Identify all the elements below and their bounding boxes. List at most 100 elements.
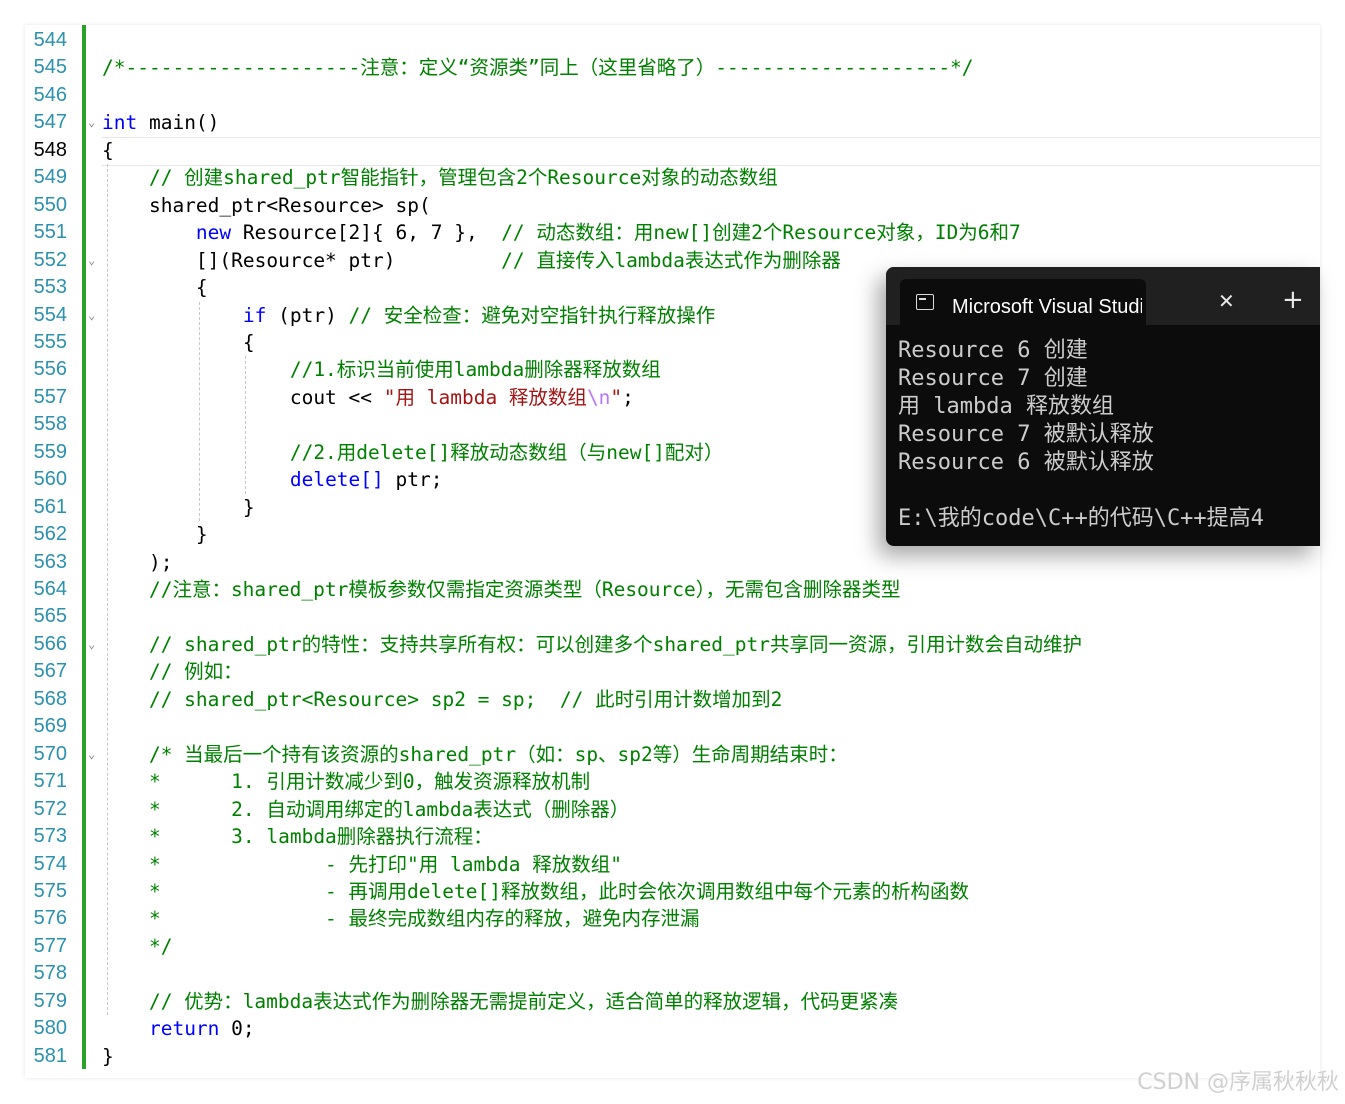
code-line[interactable]: 570 ⌄ /* 当最后一个持有该资源的shared_ptr（如：sp、sp2等）… [25,741,1320,769]
indent-guide [245,356,246,494]
code-text: // 例如： [102,658,243,686]
console-line: Resource 7 被默认释放 [898,422,1154,447]
code-token: Resource[2]{ 6, 7 }, [231,221,502,245]
code-line[interactable]: 581} [25,1043,1320,1071]
line-number: 570 [33,742,67,765]
code-token: // 例如： [102,660,243,684]
line-number: 547 [33,111,67,134]
code-line[interactable]: 565 [25,603,1320,631]
line-number: 567 [33,660,67,683]
line-number: 566 [33,632,67,655]
line-number: 555 [33,330,67,353]
debug-console-window[interactable]: Microsoft Visual Studio 调试控制台 ✕ + Resour… [886,267,1320,546]
code-text: //1.标识当前使用lambda删除器释放数组 [102,356,661,384]
indent-guide [199,301,200,522]
code-token: //1.标识当前使用lambda删除器释放数组 [102,358,661,382]
code-text: { [102,137,114,165]
plus-icon[interactable]: + [1282,287,1304,313]
code-line[interactable]: 545 /*--------------------注意：定义“资源类”同上（这里… [25,54,1320,82]
code-text: * 2. 自动调用绑定的lambda表达式（删除器） [102,796,629,824]
code-token: (ptr) [266,303,349,327]
code-token: * 1. 引用计数减少到0，触发资源释放机制 [102,770,591,794]
code-token: shared_ptr<Resource> sp( [102,193,431,217]
code-line[interactable]: 563 ); [25,549,1320,577]
fold-toggle-icon[interactable]: ⌄ [88,741,95,769]
code-text: } [102,521,208,549]
code-line[interactable]: 578 [25,960,1320,988]
code-token: return [148,1017,220,1041]
code-text: int main() [102,109,219,137]
code-line[interactable]: 549 // 创建shared_ptr智能指针，管理包含2个Resource对象… [25,164,1320,192]
code-line[interactable]: 577 */ [25,933,1320,961]
code-token: \n [586,385,611,409]
code-line[interactable]: 574 * - 先打印"用 lambda 释放数组" [25,851,1320,879]
code-line[interactable]: 568 // shared_ptr<Resource> sp2 = sp; //… [25,686,1320,714]
close-icon[interactable]: ✕ [1218,289,1235,313]
code-line[interactable]: 550 shared_ptr<Resource> sp( [25,192,1320,220]
code-text: /* 当最后一个持有该资源的shared_ptr（如：sp、sp2等）生命周期结… [102,741,848,769]
code-text: } [102,1043,114,1071]
code-line[interactable]: 567 // 例如： [25,658,1320,686]
code-editor[interactable]: 544 545 /*--------------------注意：定义“资源类”同上… [25,25,1320,1078]
code-token: */ [102,934,173,958]
code-line[interactable]: 548 { [25,137,1320,165]
code-token: { [102,330,255,354]
fold-toggle-icon[interactable]: ⌄ [88,109,95,137]
code-line[interactable]: 546 [25,82,1320,110]
code-line[interactable]: 580 return 0; [25,1015,1320,1043]
code-token: cout << [102,385,384,409]
line-number: 546 [33,83,67,106]
code-text: */ [102,933,173,961]
fold-toggle-icon[interactable]: ⌄ [88,247,95,275]
code-line[interactable]: 573 * 3. lambda删除器执行流程： [25,823,1320,851]
line-number: 574 [33,852,67,875]
code-token: // 安全检查：避免对空指针执行释放操作 [348,303,716,327]
code-line[interactable]: 544 [25,27,1320,55]
line-number: 562 [33,523,67,546]
line-number: 560 [33,468,67,491]
console-line: 用 lambda 释放数组 [898,394,1114,419]
code-line[interactable]: 572 * 2. 自动调用绑定的lambda表达式（删除器） [25,796,1320,824]
line-number: 561 [33,495,67,518]
code-token: // 直接传入lambda表达式作为删除器 [501,248,841,272]
code-token: //注意：shared_ptr模板参数仅需指定资源类型（Resource），无需… [102,578,901,601]
line-number: 569 [33,715,67,738]
code-line[interactable]: 566 ⌄ // shared_ptr的特性：支持共享所有权：可以创建多个shar… [25,631,1320,659]
code-line[interactable]: 547 ⌄ int main() [25,109,1320,137]
fold-toggle-icon[interactable]: ⌄ [88,631,95,659]
console-line: Resource 6 被默认释放 [898,450,1154,475]
code-text: { [102,274,208,302]
console-tab[interactable]: Microsoft Visual Studio 调试控制台 [900,279,1146,325]
code-token: if [242,303,267,327]
line-number: 556 [33,358,67,381]
line-number: 576 [33,907,67,930]
fold-toggle-icon[interactable]: ⌄ [88,302,95,330]
code-token: // shared_ptr的特性：支持共享所有权：可以创建多个shared_pt… [102,632,1082,656]
line-number: 572 [33,797,67,820]
line-number: 579 [33,989,67,1012]
line-number: 578 [33,962,67,985]
code-line[interactable]: 576 * - 最终完成数组内存的释放，避免内存泄漏 [25,905,1320,933]
code-text: /*--------------------注意：定义“资源类”同上（这里省略了… [102,54,974,82]
code-line[interactable]: 569 [25,713,1320,741]
code-line[interactable]: 579 // 优势：lambda表达式作为删除器无需提前定义，适合简单的释放逻辑… [25,988,1320,1016]
code-token: } [102,523,208,547]
line-number: 544 [33,29,67,51]
code-token: * 3. lambda删除器执行流程： [102,825,493,849]
code-line[interactable]: 564 //注意：shared_ptr模板参数仅需指定资源类型（Resource… [25,576,1320,604]
line-number: 580 [33,1017,67,1040]
code-text: //2.用delete[]释放动态数组（与new[]配对） [102,439,724,467]
code-line[interactable]: 551 new Resource[2]{ 6, 7 }, // 动态数组：用ne… [25,219,1320,247]
line-number: 581 [33,1044,67,1067]
code-line[interactable]: 575 * - 再调用delete[]释放数组，此时会依次调用数组中每个元素的析… [25,878,1320,906]
code-token: // shared_ptr<Resource> sp2 = sp; // 此时引… [102,687,783,711]
code-token: //2.用delete[]释放动态数组（与new[]配对） [102,440,724,464]
console-title: Microsoft Visual Studio 调试控制台 [952,296,1142,318]
code-token: ; [622,385,634,409]
code-area[interactable]: 544 545 /*--------------------注意：定义“资源类”同上… [25,25,1320,1078]
code-text: ); [102,549,173,577]
terminal-icon [916,294,934,310]
code-line[interactable]: 571 * 1. 引用计数减少到0，触发资源释放机制 [25,768,1320,796]
